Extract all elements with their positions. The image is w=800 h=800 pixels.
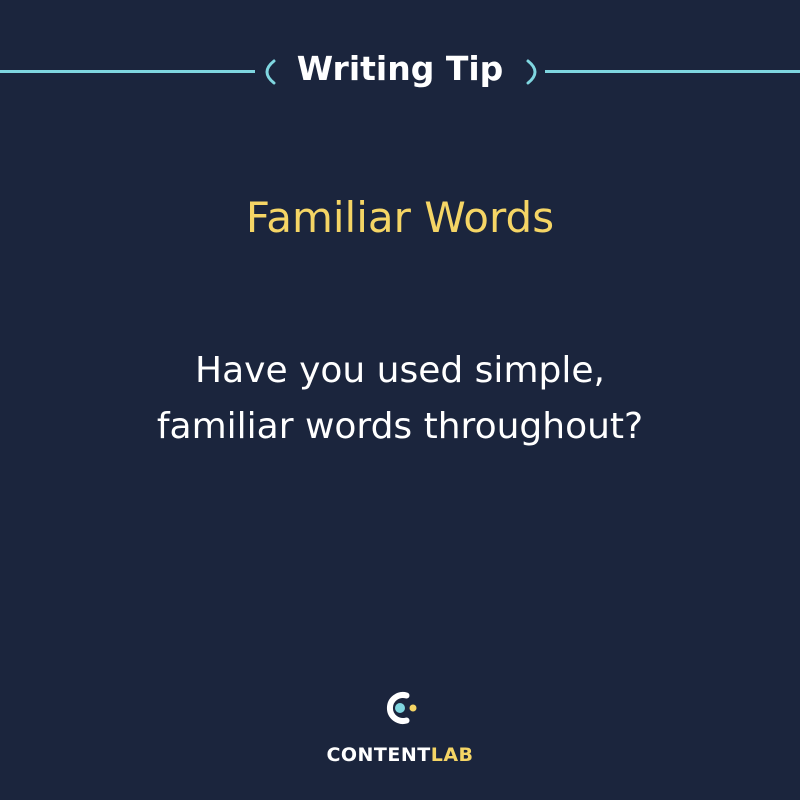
contentlab-c-icon — [387, 692, 417, 724]
tip-body-line: Have you used simple, — [195, 350, 605, 391]
header-title: Writing Tip — [296, 49, 504, 88]
header-line-left — [0, 70, 255, 73]
brand-wordmark: CONTENTLAB — [0, 740, 800, 770]
header-line-right — [545, 70, 800, 73]
tip-body-line: familiar words throughout? — [156, 406, 644, 447]
tip-heading: Familiar Words — [245, 193, 555, 242]
brand-name-part1: CONTENT — [326, 744, 431, 766]
writing-tip-card: Writing Tip Familiar Words Have you used… — [0, 0, 800, 800]
brand-name-part2: LAB — [430, 744, 474, 766]
tip-body: Have you used simple, familiar words thr… — [40, 343, 760, 455]
